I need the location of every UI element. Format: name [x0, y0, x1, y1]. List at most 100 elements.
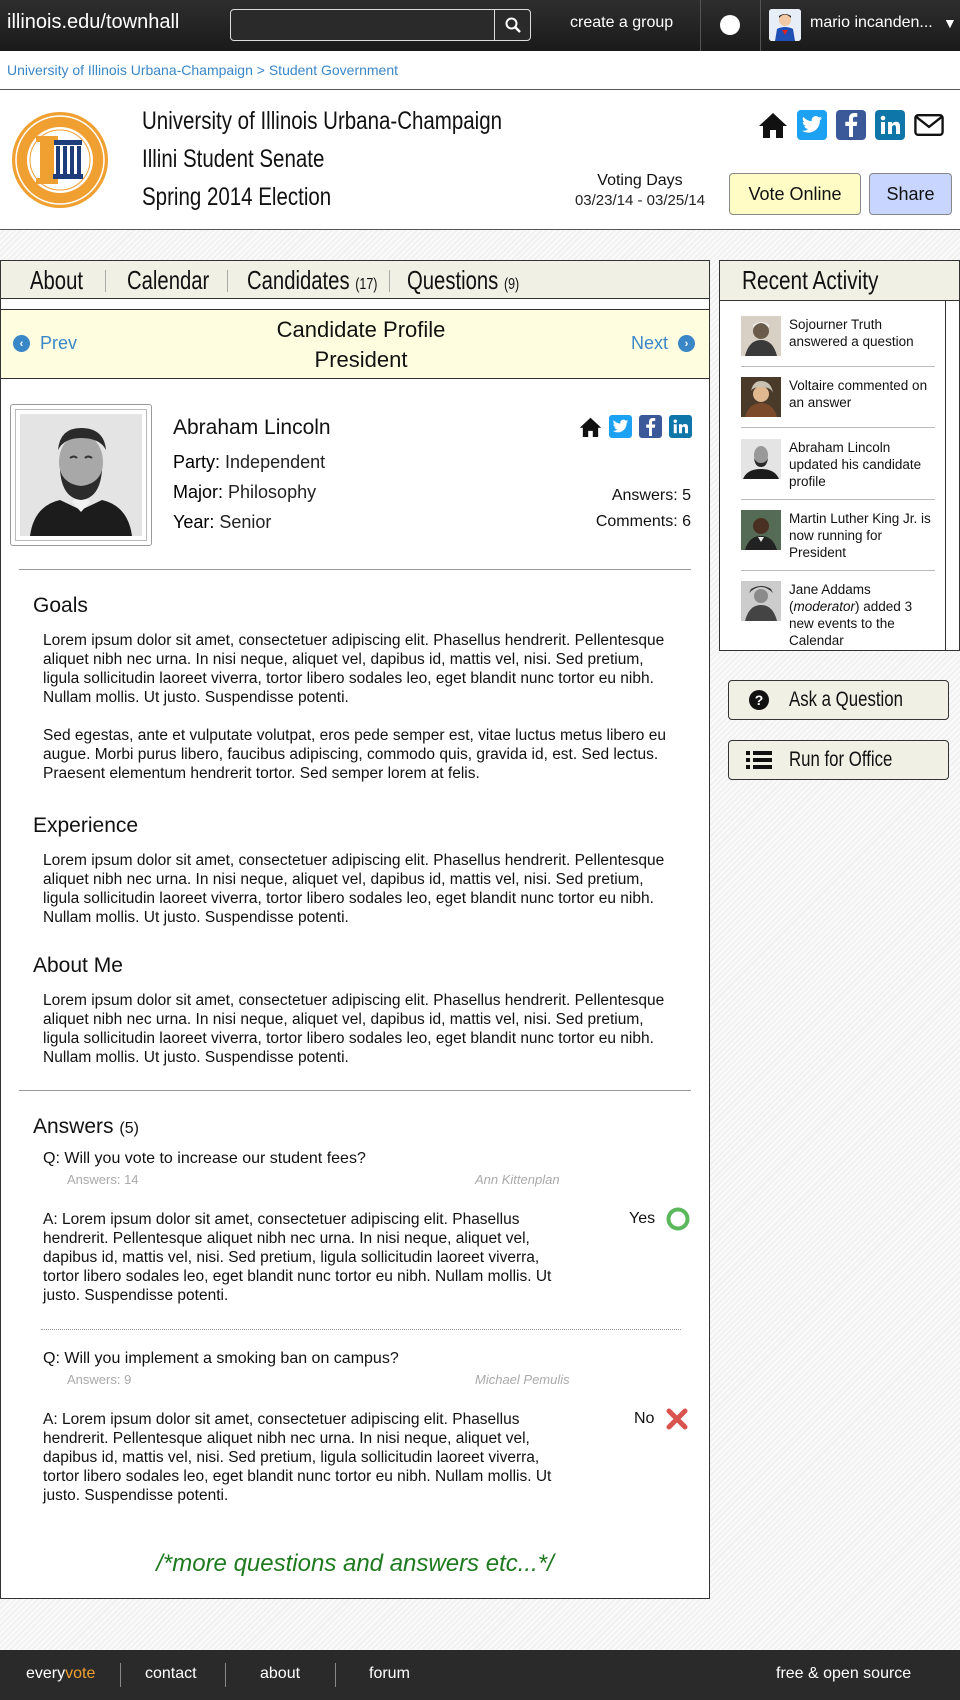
activity-divider	[741, 570, 935, 571]
search-box[interactable]	[230, 9, 531, 41]
experience-paragraph: Lorem ipsum dolor sit amet, consectetuer…	[43, 852, 665, 926]
question-answer-count: Answers: 14	[67, 1172, 139, 1187]
vote-online-button[interactable]: Vote Online	[729, 173, 861, 215]
recent-activity-panel: Recent Activity Sojourner Truth answered…	[719, 260, 960, 651]
voting-days-label: Voting Days	[597, 172, 683, 189]
svg-text:?: ?	[755, 692, 764, 708]
goals-paragraph: Lorem ipsum dolor sit amet, consectetuer…	[43, 632, 665, 706]
about-me-heading: About Me	[33, 954, 123, 977]
tab-questions[interactable]: Questions (9)	[407, 261, 551, 299]
ask-question-button[interactable]: ? Ask a Question	[728, 680, 949, 720]
footer-brand[interactable]: everyvote	[26, 1665, 95, 1683]
footer: everyvote contact about forum free & ope…	[0, 1650, 960, 1700]
candidate-profile-header: ‹ Prev Candidate Profile President Next …	[1, 309, 709, 379]
search-icon	[505, 17, 521, 33]
candidate-social-links	[579, 415, 692, 438]
avatar	[741, 377, 781, 417]
profile-title: Candidate Profile President	[276, 317, 446, 372]
main-tabs: About Calendar Candidates (17) Questions…	[1, 261, 709, 299]
mail-icon[interactable]	[914, 110, 944, 140]
question-link[interactable]: Q: Will you implement a smoking ban on c…	[43, 1350, 399, 1368]
goals-paragraph: Sed egestas, ante et vulputate volutpat,…	[43, 727, 666, 782]
avatar	[741, 510, 781, 550]
user-avatar[interactable]	[769, 9, 801, 41]
footer-divider	[225, 1663, 226, 1687]
goals-heading: Goals	[33, 594, 88, 617]
answer-text: A: Lorem ipsum dolor sit amet, consectet…	[43, 1411, 552, 1504]
create-group-link[interactable]: create a group	[570, 14, 673, 32]
seal-logo-icon	[12, 112, 108, 208]
election-titles: University of Illinois Urbana-Champaign …	[142, 102, 601, 216]
avatar	[741, 581, 781, 621]
footer-forum-link[interactable]: forum	[369, 1665, 410, 1683]
question-asker[interactable]: Ann Kittenplan	[475, 1172, 560, 1187]
answer-verdict: Yes	[629, 1210, 656, 1227]
tab-divider	[389, 270, 390, 292]
breadcrumb[interactable]: University of Illinois Urbana-Champaign …	[7, 62, 398, 78]
footer-divider	[335, 1663, 336, 1687]
voting-dates: 03/23/14 - 03/25/14	[574, 192, 706, 209]
chevron-down-icon[interactable]: ▼	[943, 15, 957, 31]
facebook-icon[interactable]	[836, 110, 866, 140]
close-x-icon	[666, 1408, 688, 1430]
twitter-icon[interactable]	[609, 415, 632, 438]
tab-about[interactable]: About	[30, 261, 98, 299]
section-divider	[19, 1090, 691, 1091]
next-link[interactable]: Next ›	[631, 333, 695, 354]
tab-divider	[105, 270, 106, 292]
candidate-party: Party: Independent	[173, 452, 326, 472]
voting-days: Voting Days 03/23/14 - 03/25/14	[560, 172, 720, 209]
facebook-icon[interactable]	[639, 415, 662, 438]
search-button[interactable]	[494, 10, 530, 40]
divider	[0, 229, 960, 230]
linkedin-icon[interactable]	[875, 110, 905, 140]
question-divider	[41, 1329, 681, 1330]
twitter-icon[interactable]	[797, 110, 827, 140]
question-answer-count: Answers: 9	[67, 1372, 132, 1387]
prev-link[interactable]: ‹ Prev	[13, 333, 77, 354]
share-button[interactable]: Share	[869, 173, 952, 215]
question-link[interactable]: Q: Will you vote to increase our student…	[43, 1150, 366, 1168]
run-for-office-button[interactable]: Run for Office	[728, 740, 949, 780]
comments-stat: Comments: 6	[595, 513, 691, 530]
superhero-avatar-icon	[769, 9, 801, 41]
tab-calendar[interactable]: Calendar	[127, 261, 233, 299]
user-name-menu[interactable]: mario incanden...	[810, 14, 933, 32]
main-panel: About Calendar Candidates (17) Questions…	[0, 260, 710, 1599]
candidate-photo	[10, 404, 152, 546]
linkedin-icon[interactable]	[669, 415, 692, 438]
candidate-name: Abraham Lincoln	[173, 416, 331, 439]
answer-verdict: No	[634, 1410, 655, 1427]
section-divider	[19, 569, 691, 570]
activity-divider	[741, 366, 935, 367]
footer-about-link[interactable]: about	[260, 1665, 300, 1683]
answers-heading: Answers (5)	[33, 1115, 139, 1138]
footer-contact-link[interactable]: contact	[145, 1665, 197, 1683]
notification-dot-icon[interactable]	[720, 15, 740, 35]
footer-open-source-link[interactable]: free & open source	[776, 1665, 911, 1683]
footer-divider	[120, 1663, 121, 1687]
chevron-left-icon: ‹	[13, 335, 30, 352]
portrait-image-icon	[20, 414, 142, 536]
recent-activity-heading: Recent Activity	[720, 261, 959, 301]
university-title: University of Illinois Urbana-Champaign	[142, 107, 503, 135]
question-asker[interactable]: Michael Pemulis	[475, 1372, 570, 1387]
search-input[interactable]	[233, 12, 493, 38]
tab-divider	[227, 270, 228, 292]
election-title: Spring 2014 Election	[142, 183, 332, 211]
avatar	[741, 316, 781, 356]
top-navbar: illinois.edu/townhall create a group mar…	[0, 0, 960, 51]
question-circle-icon: ?	[749, 690, 769, 710]
chevron-right-icon: ›	[678, 335, 695, 352]
circle-check-icon	[666, 1207, 690, 1231]
answers-stat: Answers: 5	[611, 487, 691, 504]
home-icon[interactable]	[579, 415, 602, 438]
scrollbar[interactable]	[945, 301, 959, 650]
about-me-paragraph: Lorem ipsum dolor sit amet, consectetuer…	[43, 992, 665, 1066]
candidate-year: Year: Senior	[173, 512, 272, 532]
divider	[0, 89, 960, 90]
avatar	[741, 439, 781, 479]
home-icon[interactable]	[758, 110, 788, 140]
answer-text: A: Lorem ipsum dolor sit amet, consectet…	[43, 1211, 552, 1304]
site-link[interactable]: illinois.edu/townhall	[7, 11, 179, 34]
